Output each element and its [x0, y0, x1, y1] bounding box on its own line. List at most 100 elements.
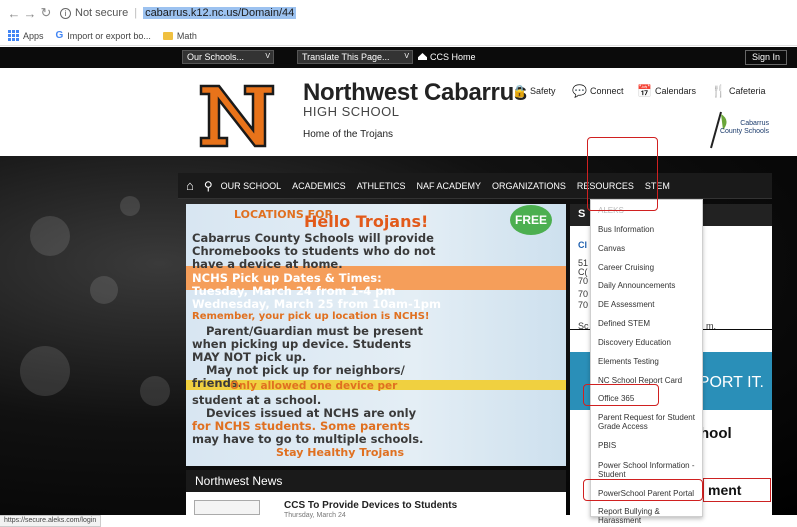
menu-item-defined-stem[interactable]: Defined STEM — [598, 319, 698, 328]
menu-item-canvas[interactable]: Canvas — [598, 244, 698, 253]
annotation-box-parent-portal — [583, 479, 703, 501]
chevron-down-icon: V — [404, 53, 409, 60]
forward-icon[interactable]: → — [22, 6, 38, 21]
chevron-down-icon: V — [265, 53, 270, 60]
school-tagline: Home of the Trojans — [303, 129, 394, 140]
url-separator: | — [134, 7, 138, 19]
flyer-line: may have to go to multiple schools. — [192, 432, 424, 446]
flyer-line: Parent/Guardian must be present — [206, 324, 424, 338]
news-title[interactable]: CCS To Provide Devices to Students — [284, 500, 457, 511]
news-date: Thursday, March 24 — [284, 512, 346, 519]
status-bar-url: https://secure.aleks.com/login — [0, 515, 102, 527]
folder-icon — [162, 31, 173, 40]
main-nav: ⌂ ⚲ OUR SCHOOL ACADEMICS ATHLETICS NAF A… — [178, 173, 772, 199]
menu-item-bus-information[interactable]: Bus Information — [598, 225, 698, 234]
menu-item-power-school-info[interactable]: Power School Information - Student — [598, 461, 698, 479]
sidebar-text: 70 — [578, 276, 589, 286]
nav-academics[interactable]: ACADEMICS — [292, 181, 346, 191]
flyer-headline: Hello Trojans! — [304, 212, 429, 231]
flyer-line: Only allowed one device per — [230, 380, 398, 392]
calendars-link[interactable]: 📅 Calendars — [637, 84, 696, 98]
home-icon[interactable]: ⌂ — [186, 178, 194, 193]
chat-bubble-icon: 💬 — [572, 84, 587, 98]
menu-item-career-cruising[interactable]: Career Cruising — [598, 263, 698, 272]
apps-grid-icon — [8, 30, 19, 41]
calendar-icon: 📅 — [637, 84, 652, 98]
flyer-line: Remember, your pick up location is NCHS! — [192, 311, 430, 322]
flyer-line: for NCHS students. Some parents — [192, 419, 410, 433]
flyer-line: May not pick up for neighbors/ — [206, 363, 405, 377]
school-logo[interactable] — [197, 80, 277, 150]
translate-select[interactable]: Translate This Page... V — [297, 50, 413, 64]
free-badge: FREE — [510, 205, 552, 235]
sidebar-heading: S — [578, 208, 586, 220]
menu-item-daily-announcements[interactable]: Daily Announcements — [598, 281, 698, 290]
nav-organizations[interactable]: ORGANIZATIONS — [492, 181, 566, 191]
bookmark-label: Apps — [23, 30, 44, 41]
bokeh-light — [30, 216, 70, 256]
not-secure-label: Not secure — [75, 7, 129, 19]
reload-icon[interactable]: ↻ — [38, 5, 54, 21]
back-icon[interactable]: ← — [6, 6, 22, 21]
ccs-home-label: CCS Home — [430, 52, 476, 62]
news-thumbnail[interactable] — [194, 500, 260, 515]
connect-link[interactable]: 💬 Connect — [572, 84, 623, 98]
flyer-line: Chromebooks to students who do not — [192, 244, 436, 258]
flyer-line: Devices issued at NCHS are only — [206, 406, 417, 420]
bokeh-light — [90, 276, 118, 304]
link-label: Connect — [589, 86, 624, 96]
menu-item-elements-testing[interactable]: Elements Testing — [598, 357, 698, 366]
home-icon — [418, 53, 427, 60]
menu-item-pbis[interactable]: PBIS — [598, 441, 698, 450]
menu-item-report-bullying[interactable]: Report Bullying & Harassment — [598, 507, 698, 525]
address-bar: ← → ↻ i Not secure | cabarrus.k12.nc.us/… — [0, 0, 797, 26]
flyer-line: student at a school. — [192, 393, 322, 407]
link-label: Calendars — [654, 86, 696, 96]
news-header: Northwest News — [186, 470, 566, 492]
ccs-home-link[interactable]: CCS Home — [418, 50, 476, 64]
nav-athletics[interactable]: ATHLETICS — [357, 181, 406, 191]
flyer-line: Wednesday, March 25 from 10am-1pm — [192, 297, 441, 311]
bookmark-apps[interactable]: Apps — [8, 30, 44, 41]
info-icon[interactable]: i — [60, 7, 71, 19]
flyer-line: NCHS Pick up Dates & Times: — [192, 271, 382, 285]
our-schools-select[interactable]: Our Schools... V — [182, 50, 274, 64]
flyer-line: MAY NOT pick up. — [192, 350, 307, 364]
cafeteria-link[interactable]: 🍴 Cafeteria — [711, 84, 765, 98]
url-text[interactable]: cabarrus.k12.nc.us/Domain/44 — [143, 7, 297, 19]
link-label: Cafeteria — [728, 86, 766, 96]
sidebar-announcement-button[interactable]: ment — [703, 478, 771, 502]
school-name: Northwest Cabarrus — [303, 79, 527, 106]
flyer-line: have a device at home. — [192, 257, 343, 271]
school-subtitle: HIGH SCHOOL — [303, 104, 400, 119]
nav-our-school[interactable]: OUR SCHOOL — [221, 181, 282, 191]
menu-item-parent-request[interactable]: Parent Request for Student Grade Access — [598, 413, 698, 431]
menu-item-discovery-education[interactable]: Discovery Education — [598, 338, 698, 347]
safety-link[interactable]: 🔒 Safety — [512, 84, 555, 98]
search-icon[interactable]: ⚲ — [204, 179, 213, 193]
bokeh-light — [140, 376, 170, 406]
url-box[interactable]: i Not secure | cabarrus.k12.nc.us/Domain… — [60, 7, 297, 19]
flyer-line: Tuesday, March 24 from 1-4 pm — [192, 284, 396, 298]
bookmark-math[interactable]: Math — [162, 30, 197, 41]
district-logo-line2: County Schools — [719, 128, 769, 135]
resources-dropdown: ALEKS Bus Information Canvas Career Crui… — [590, 199, 703, 525]
district-logo[interactable]: Cabarrus County Schools — [703, 110, 769, 150]
flyer-line: Cabarrus County Schools will provide — [192, 231, 434, 245]
bookmarks-bar: Apps G Import or export bo... Math — [0, 26, 797, 46]
bookmark-label: Math — [176, 30, 197, 41]
google-icon: G — [55, 30, 64, 41]
select-label: Translate This Page... — [302, 52, 390, 62]
sidebar-school-text: hool — [700, 425, 732, 442]
flyer-line: when picking up device. Students — [192, 337, 412, 351]
bookmark-import[interactable]: G Import or export bo... — [56, 30, 151, 41]
menu-item-de-assessment[interactable]: DE Assessment — [598, 300, 698, 309]
annotation-box-office-365 — [583, 384, 659, 406]
link-label: Safety — [529, 86, 556, 96]
flyer-line: Stay Healthy Trojans — [276, 446, 405, 459]
bokeh-light — [20, 346, 70, 396]
announcement-flyer[interactable]: LOCATIONS FOR Hello Trojans! Cabarrus Co… — [186, 204, 566, 466]
sign-in-button[interactable]: Sign In — [744, 50, 787, 65]
utility-bar: Our Schools... V Translate This Page... … — [0, 47, 797, 68]
nav-naf-academy[interactable]: NAF ACADEMY — [417, 181, 482, 191]
